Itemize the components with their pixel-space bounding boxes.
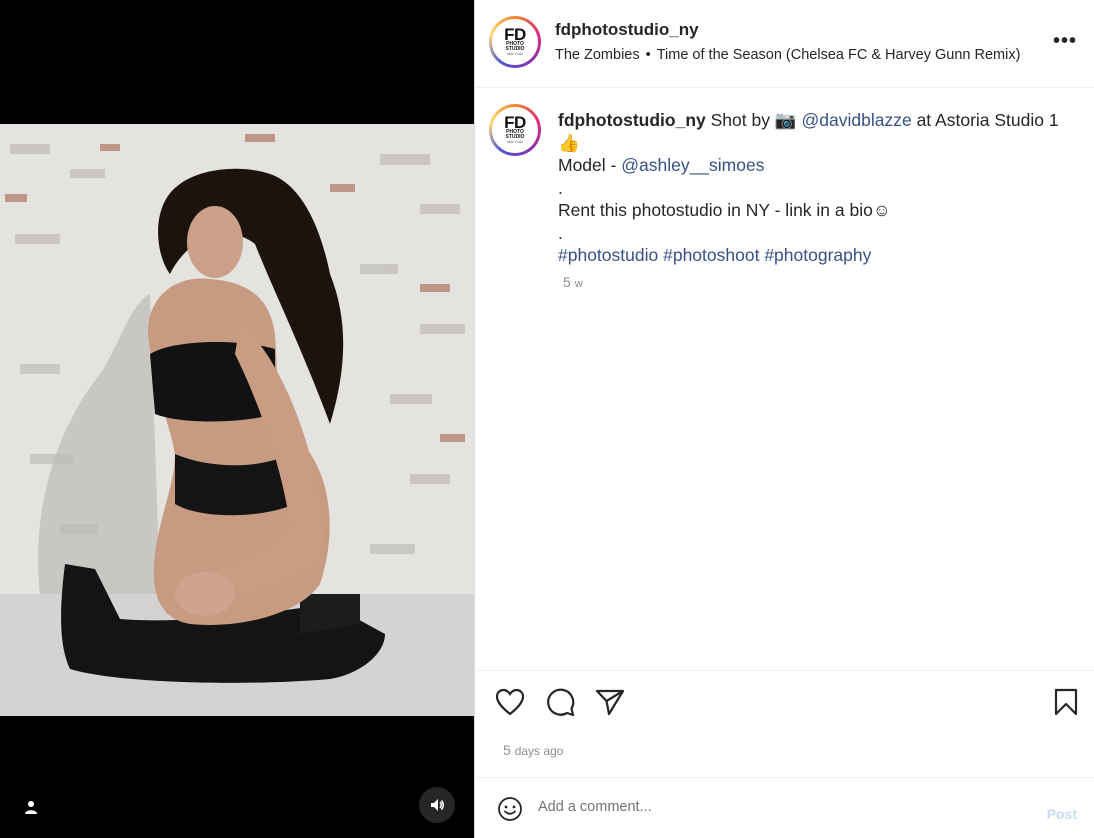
audio-separator: • [645,47,651,63]
hashtag-link[interactable]: #photostudio [558,245,658,265]
action-bar: 5 days ago [475,670,1094,778]
audio-artist[interactable]: The Zombies [555,47,640,63]
caption-age-number: 5 [563,274,571,290]
logo-big: FD [504,25,526,44]
model-link[interactable]: @ashley__simoes [621,155,764,175]
caption-model-line: Model - @ashley__simoes [558,154,1078,177]
comment-icon[interactable] [545,687,575,717]
post-photo[interactable] [0,124,474,716]
logo-line3: NEW YORK [506,140,524,144]
more-options-button[interactable]: ••• [1053,30,1077,53]
avatar-logo: FD PHOTO STUDIO NEW YORK [492,19,538,65]
hashtag-link[interactable]: #photoshoot [663,245,759,265]
rent-text: Rent this photostudio in NY - link in a … [558,200,873,220]
caption-dot-1: . [558,177,563,198]
comment-input[interactable] [538,799,1018,815]
audio-track[interactable]: Time of the Season (Chelsea FC & Harvey … [657,47,1021,63]
posted-time[interactable]: 5 days ago [503,742,563,758]
smile-emoji: ☺ [872,200,891,220]
post-button[interactable]: Post [1047,806,1077,822]
logo-big: FD [504,113,526,132]
model-prefix: Model - [558,155,622,175]
hashtag-link[interactable]: #photography [764,245,871,265]
comment-bar: Post [475,779,1094,838]
thumb-emoji: 👍 [558,132,580,153]
caption-age[interactable]: 5 w [563,274,583,290]
header-username[interactable]: fdphotostudio_ny [555,20,699,40]
share-icon[interactable] [595,687,625,717]
caption-username[interactable]: fdphotostudio_ny [558,110,706,130]
post-header: FD PHOTO STUDIO NEW YORK fdphotostudio_n… [475,0,1094,88]
posted-unit: days ago [514,744,564,758]
avatar[interactable]: FD PHOTO STUDIO NEW YORK [489,104,541,156]
caption-line-1: fdphotostudio_ny Shot by 📷 @davidblazze … [558,109,1078,154]
avatar-logo: FD PHOTO STUDIO NEW YORK [492,107,538,153]
emoji-icon[interactable] [497,796,523,822]
bookmark-icon[interactable] [1051,687,1081,717]
speaker-icon[interactable] [419,787,455,823]
caption-rent-line: Rent this photostudio in NY - link in a … [558,199,1078,222]
avatar[interactable]: FD PHOTO STUDIO NEW YORK [489,16,541,68]
media-pane[interactable] [0,0,474,838]
caption-text: fdphotostudio_ny Shot by 📷 @davidblazze … [558,109,1078,267]
user-icon[interactable] [18,794,44,820]
post-panel: FD PHOTO STUDIO NEW YORK fdphotostudio_n… [474,0,1094,838]
photographer-link[interactable]: @davidblazze [802,110,912,130]
camera-emoji: 📷 [774,110,797,130]
post-viewer: FD PHOTO STUDIO NEW YORK fdphotostudio_n… [0,0,1094,838]
photo-illustration [0,124,474,716]
caption-hashtags: #photostudio #photoshoot #photography [558,244,1078,267]
heart-icon[interactable] [495,687,525,717]
logo-line3: NEW YORK [506,52,524,56]
caption-dot-2: . [558,222,563,243]
caption-age-unit: w [574,278,583,290]
posted-number: 5 [503,742,511,758]
audio-attribution[interactable]: The Zombies • Time of the Season (Chelse… [555,47,1020,63]
caption-shot-by: Shot by [705,110,775,130]
caption-location: at Astoria Studio 1 [911,110,1059,130]
